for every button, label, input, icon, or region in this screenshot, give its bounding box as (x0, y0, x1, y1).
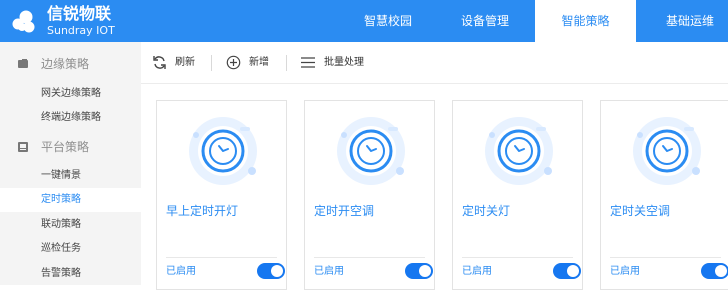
toolbar-separator (286, 55, 287, 71)
sidebar-item-gateway-edge[interactable]: 网关边缘策略 (0, 82, 141, 106)
tab-basic-operations[interactable]: 基础运维 (640, 0, 728, 42)
tab-smart-strategy[interactable]: 智能策略 (535, 0, 636, 42)
refresh-label: 刷新 (175, 57, 195, 68)
card-divider (314, 257, 425, 258)
list-icon (301, 57, 315, 68)
strategy-card[interactable]: 早上定时开灯 已启用 (156, 100, 287, 290)
batch-process-button[interactable]: 批量处理 (300, 54, 370, 74)
sidebar-item-linkage-strategy[interactable]: 联动策略 (0, 213, 141, 237)
sidebar-item-label: 终端边缘策略 (41, 112, 101, 123)
top-navigation-bar: 信锐物联 Sundray IOT 智慧校园 设备管理 智能策略 基础运维 (0, 0, 728, 42)
refresh-icon (153, 56, 166, 69)
strategy-card[interactable]: 定时开空调 已启用 (304, 100, 435, 290)
sidebar-group-edge-strategy[interactable]: 边缘策略 (0, 42, 141, 86)
clock-illustration-icon (633, 117, 701, 185)
card-title: 定时关灯 (462, 204, 511, 218)
sidebar-item-label: 网关边缘策略 (41, 88, 101, 99)
batch-process-label: 批量处理 (324, 57, 364, 68)
add-label: 新增 (249, 57, 269, 68)
card-divider (610, 257, 721, 258)
sidebar-group-label: 边缘策略 (41, 57, 90, 71)
card-status: 已启用 (314, 266, 344, 277)
sidebar-group-platform-strategy[interactable]: 平台策略 (0, 125, 141, 169)
sidebar-item-inspection-task[interactable]: 巡检任务 (0, 237, 141, 261)
brand-logo[interactable]: 信锐物联 Sundray IOT (10, 4, 135, 38)
app-name: 信锐物联 (47, 4, 112, 23)
enable-toggle[interactable] (553, 263, 581, 279)
card-divider (462, 257, 573, 258)
platform-icon (18, 142, 28, 152)
tab-smart-campus[interactable]: 智慧校园 (340, 0, 436, 42)
sidebar-item-label: 联动策略 (41, 219, 81, 230)
sidebar-item-label: 告警策略 (41, 268, 81, 279)
sidebar-item-label: 定时策略 (41, 194, 81, 205)
toolbar-separator (211, 55, 212, 71)
clock-illustration-icon (485, 117, 553, 185)
card-title: 定时开空调 (314, 204, 375, 218)
strategy-card[interactable]: 定时关灯 已启用 (452, 100, 583, 290)
sidebar-group-label: 平台策略 (41, 140, 90, 154)
clock-illustration-icon (337, 117, 405, 185)
add-button[interactable]: 新增 (226, 54, 276, 74)
sidebar-item-scheduled-strategy[interactable]: 定时策略 (0, 188, 141, 212)
toggle-knob (419, 265, 431, 277)
enable-toggle[interactable] (405, 263, 433, 279)
card-status: 已启用 (610, 266, 640, 277)
cloud-logo-icon (12, 10, 35, 33)
enable-toggle[interactable] (257, 263, 285, 279)
app-subtitle: Sundray IOT (47, 24, 115, 37)
sidebar-item-one-key-scene[interactable]: 一键情景 (0, 164, 141, 188)
main-content: 刷新 新增 批量处理 早上定时开灯 已启用 定时开空调 已启用 定时关灯 已启用 (141, 42, 728, 290)
toggle-knob (715, 265, 727, 277)
enable-toggle[interactable] (701, 263, 728, 279)
sidebar-item-label: 一键情景 (41, 170, 81, 181)
card-title: 定时关空调 (610, 204, 671, 218)
plus-circle-icon (226, 55, 241, 70)
card-divider (166, 257, 277, 258)
clock-illustration-icon (189, 117, 257, 185)
toggle-knob (567, 265, 579, 277)
strategy-card[interactable]: 定时关空调 已启用 (600, 100, 728, 290)
toggle-knob (271, 265, 283, 277)
toolbar-divider (141, 83, 728, 84)
sidebar-item-alarm-strategy[interactable]: 告警策略 (0, 262, 141, 286)
sidebar-item-label: 巡检任务 (41, 243, 81, 254)
refresh-button[interactable]: 刷新 (152, 54, 202, 74)
tab-device-management[interactable]: 设备管理 (437, 0, 533, 42)
card-status: 已启用 (166, 266, 196, 277)
folder-icon (18, 59, 28, 68)
sidebar: 边缘策略 网关边缘策略 终端边缘策略 平台策略 一键情景 定时策略 联动策略 巡… (0, 42, 141, 285)
card-title: 早上定时开灯 (166, 204, 239, 218)
card-status: 已启用 (462, 266, 492, 277)
